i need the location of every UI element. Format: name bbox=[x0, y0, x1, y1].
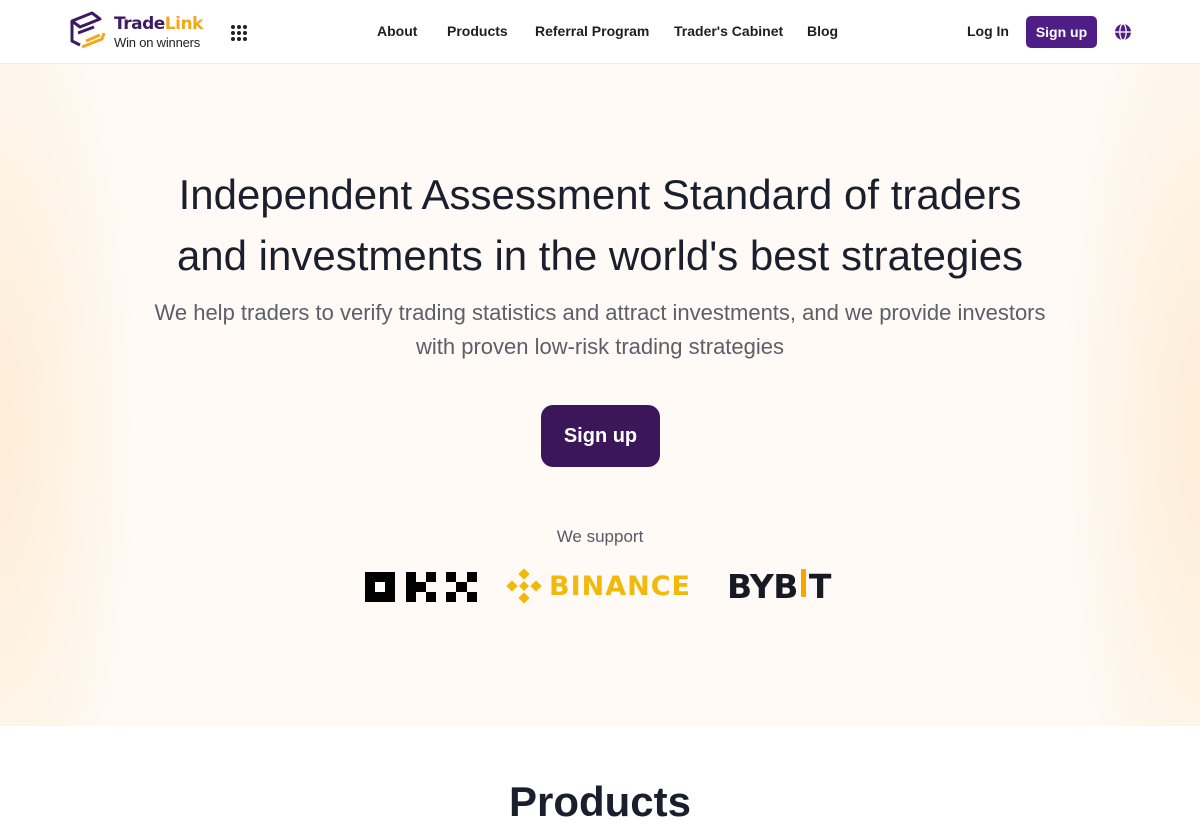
nav-traders-cabinet[interactable]: Trader's Cabinet bbox=[674, 23, 783, 39]
products-section: Products bbox=[0, 726, 1200, 825]
hero-subtitle: We help traders to verify trading statis… bbox=[0, 296, 1200, 364]
okx-logo bbox=[365, 572, 477, 602]
hero-subtitle-line1: We help traders to verify trading statis… bbox=[154, 300, 1046, 325]
nav-referral-program[interactable]: Referral Program bbox=[535, 23, 649, 39]
hero-section: Independent Assessment Standard of trade… bbox=[0, 64, 1200, 726]
bybit-logo: BYB T bbox=[727, 564, 831, 608]
bybit-bar-icon bbox=[800, 569, 806, 597]
bybit-wordmark-start: BYB bbox=[727, 566, 798, 606]
site-header: TradeLink Win on winners About Products … bbox=[0, 0, 1200, 64]
support-label: We support bbox=[556, 527, 644, 546]
hero-subtitle-line2: with proven low-risk trading strategies bbox=[415, 334, 785, 359]
nav-about[interactable]: About bbox=[377, 23, 417, 39]
globe-language-icon[interactable] bbox=[1114, 23, 1132, 41]
main-nav: About Products Referral Program Trader's… bbox=[0, 0, 1200, 64]
binance-wordmark: BINANCE bbox=[549, 570, 691, 602]
binance-diamond-icon bbox=[506, 568, 542, 604]
bybit-wordmark-end: T bbox=[808, 566, 832, 606]
hero-signup-button[interactable]: Sign up bbox=[541, 405, 660, 467]
hero-title-line1: Independent Assessment Standard of trade… bbox=[178, 171, 1022, 218]
hero-title: Independent Assessment Standard of trade… bbox=[0, 164, 1200, 286]
hero-title-line2: and investments in the world's best stra… bbox=[176, 232, 1024, 279]
login-link[interactable]: Log In bbox=[967, 23, 1009, 39]
products-title: Products bbox=[508, 778, 692, 825]
nav-blog[interactable]: Blog bbox=[807, 23, 838, 39]
binance-logo: BINANCE bbox=[505, 564, 701, 608]
header-signup-button[interactable]: Sign up bbox=[1026, 16, 1097, 48]
nav-products[interactable]: Products bbox=[447, 23, 508, 39]
